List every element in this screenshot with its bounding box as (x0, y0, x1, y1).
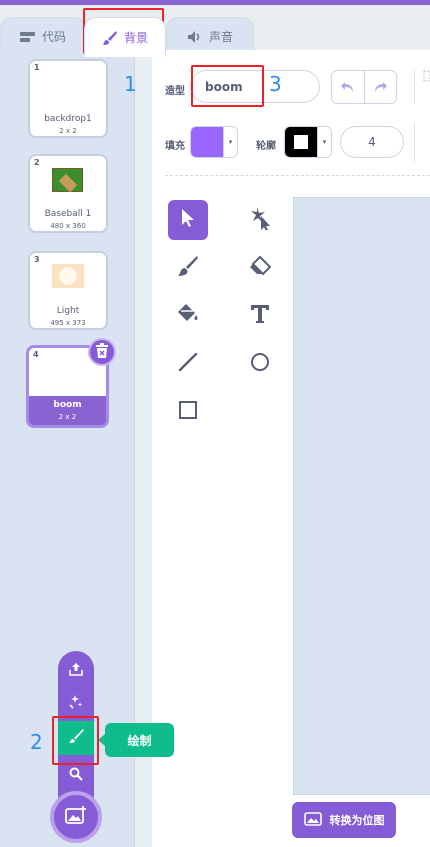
choose-backdrop-button[interactable] (58, 758, 94, 792)
annotation-number-1: 1 (124, 72, 137, 96)
fill-tool[interactable] (168, 296, 208, 336)
backdrop-item-3[interactable]: 3 Light 495 x 373 (28, 251, 108, 330)
light-thumbnail (52, 264, 84, 288)
backdrop-size: 480 x 360 (50, 222, 86, 230)
line-tool[interactable] (168, 344, 208, 384)
backdrop-number: 1 (34, 63, 40, 72)
reshape-tool[interactable] (240, 200, 280, 240)
select-tool[interactable] (168, 200, 208, 240)
drawing-canvas[interactable] (293, 197, 430, 795)
backdrop-name: backdrop1 (44, 114, 92, 124)
paintbrush-icon (102, 30, 118, 46)
paint-backdrop-button[interactable] (58, 721, 94, 755)
outline-width-value: 4 (368, 135, 376, 149)
backdrop-item-1[interactable]: 1 backdrop1 2 x 2 (28, 59, 108, 138)
outline-color-picker[interactable]: ▾ (284, 126, 332, 158)
text-tool[interactable] (240, 296, 280, 336)
backdrop-item-2[interactable]: 2 Baseball 1 480 x 360 (28, 154, 108, 233)
costume-name-input[interactable]: boom (190, 70, 320, 103)
backdrop-number: 3 (34, 255, 40, 264)
convert-to-bitmap-label: 转换为位图 (329, 814, 385, 827)
group-icon-partial[interactable] (420, 70, 430, 108)
tab-code-label: 代码 (41, 30, 66, 44)
add-image-icon (65, 805, 87, 829)
outline-width-input[interactable]: 4 (340, 126, 404, 158)
chevron-down-icon: ▾ (223, 127, 237, 157)
arrow-cursor-icon (180, 208, 196, 232)
eraser-tool[interactable] (240, 248, 280, 288)
outline-label: 轮廓 (256, 141, 276, 152)
delete-backdrop-button[interactable] (88, 338, 116, 366)
paintbrush-icon (68, 728, 84, 748)
trash-icon (95, 342, 109, 362)
backdrop-number: 4 (33, 350, 39, 359)
outline-color-swatch (285, 127, 317, 157)
baseball-field-thumbnail (52, 168, 83, 193)
eraser-icon (249, 255, 272, 280)
chevron-down-icon: ▾ (317, 127, 331, 157)
surprise-icon (68, 693, 84, 713)
add-backdrop-button[interactable] (50, 791, 102, 843)
rectangle-tool[interactable] (168, 392, 208, 432)
undo-button[interactable] (332, 71, 364, 103)
circle-tool[interactable] (240, 344, 280, 384)
annotation-number-2: 2 (30, 730, 43, 754)
toolbar-separator (165, 175, 430, 176)
undo-redo-group (331, 70, 397, 104)
redo-button[interactable] (363, 71, 397, 103)
fill-color-swatch (191, 127, 223, 157)
upload-icon (68, 661, 84, 680)
backdrop-size: 2 x 2 (58, 413, 77, 421)
costume-name-value: boom (205, 79, 243, 94)
code-blocks-icon (19, 31, 36, 43)
annotation-number-3: 3 (269, 72, 282, 96)
brush-tool[interactable] (168, 248, 208, 288)
tab-backdrops-label: 背景 (123, 31, 148, 45)
toolbar-divider (414, 70, 415, 104)
backdrop-name: Baseball 1 (44, 209, 92, 219)
fill-label: 填充 (165, 141, 185, 152)
backdrop-number: 2 (34, 158, 40, 167)
backdrop-name: boom (53, 400, 82, 410)
line-icon (178, 352, 198, 376)
backdrop-size: 2 x 2 (59, 127, 77, 135)
costume-label: 造型 (165, 86, 185, 97)
reshape-icon (249, 206, 271, 234)
editor-tabs: 代码 背景 声音 (0, 5, 430, 57)
convert-to-bitmap-button[interactable]: 转换为位图 (292, 802, 396, 838)
backdrop-name: Light (56, 306, 80, 316)
fill-color-picker[interactable]: ▾ (190, 126, 238, 158)
surprise-backdrop-button[interactable] (58, 686, 94, 720)
rectangle-icon (178, 400, 198, 424)
tab-sounds-label: 声音 (208, 30, 233, 44)
undo-icon (340, 78, 356, 97)
search-icon (69, 766, 83, 785)
circle-icon (250, 352, 270, 376)
image-icon (303, 811, 322, 829)
toolbar-divider (414, 122, 415, 162)
paintbrush-icon (177, 255, 199, 281)
text-t-icon (250, 304, 270, 328)
tab-backdrops[interactable]: 背景 (84, 17, 166, 57)
redo-icon (372, 78, 388, 97)
paint-bucket-icon (176, 303, 200, 329)
backdrop-size: 495 x 373 (50, 319, 86, 327)
paint-tooltip: 绘制 (98, 723, 174, 757)
paint-tooltip-label: 绘制 (127, 733, 152, 748)
speaker-icon (187, 30, 203, 44)
upload-backdrop-button[interactable] (58, 653, 94, 687)
